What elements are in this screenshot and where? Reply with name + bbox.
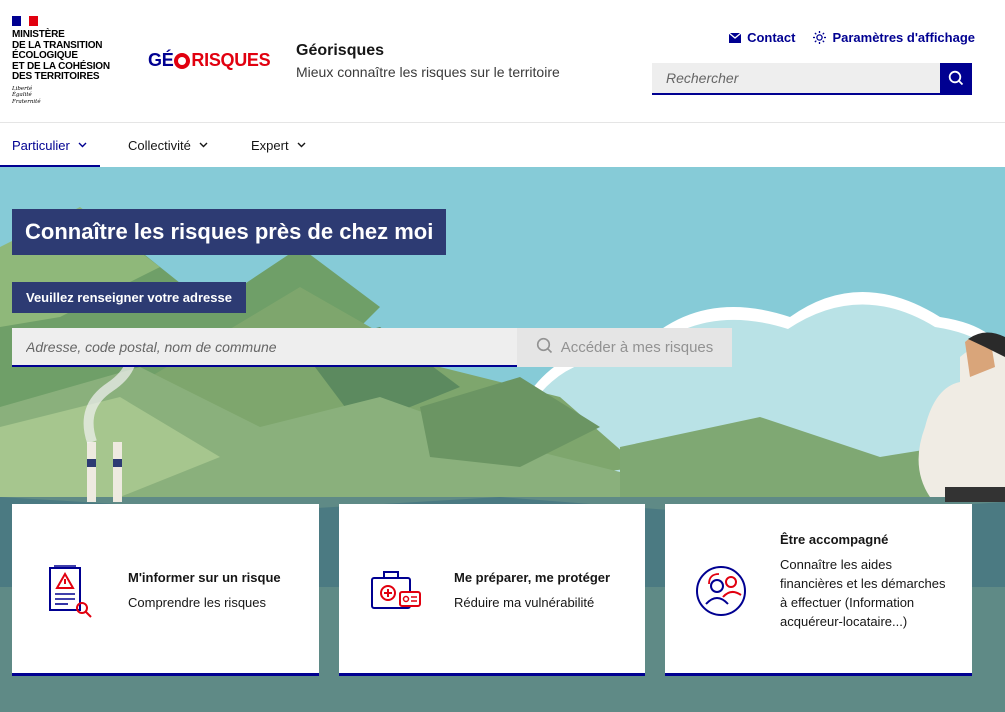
search-icon	[948, 70, 964, 89]
hero-title: Connaître les risques près de chez moi	[12, 209, 447, 255]
site-header: Ministère de la transition écologique et…	[0, 0, 1005, 123]
address-input[interactable]	[12, 328, 517, 367]
nav-expert[interactable]: Expert	[239, 123, 318, 167]
search-input[interactable]	[652, 63, 940, 95]
emergency-kit-icon	[370, 568, 424, 617]
card-title: Me préparer, me protéger	[454, 570, 611, 585]
site-tagline: Mieux connaître les risques sur le terri…	[296, 64, 560, 80]
chevron-down-icon	[297, 140, 306, 150]
card-description: Réduire ma vulnérabilité	[454, 595, 595, 610]
document-warning-icon	[46, 564, 94, 625]
logo-o-icon	[174, 52, 191, 69]
contact-link[interactable]: Contact	[728, 30, 795, 45]
header-quicklinks: Contact Paramètres d'affichage	[728, 30, 975, 45]
hero-section: Connaître les risques près de chez moi V…	[0, 167, 1005, 712]
card-title: Être accompagné	[780, 532, 889, 547]
mail-icon	[728, 31, 741, 44]
french-flag-icon	[12, 16, 39, 26]
main-navigation: Particulier Collectivité Expert	[0, 123, 1005, 167]
card-title: M'informer sur un risque	[128, 570, 281, 585]
ministry-name: Ministère de la transition écologique et…	[12, 29, 110, 82]
access-risks-button[interactable]: Accéder à mes risques	[517, 328, 732, 367]
card-be-supported[interactable]: Être accompagné Connaître les aides fina…	[665, 504, 972, 676]
site-title[interactable]: Géorisques	[296, 42, 384, 60]
republic-motto: Liberté Égalité Fraternité	[12, 85, 41, 105]
card-description: Connaître les aides financières et les d…	[780, 557, 946, 629]
chevron-down-icon	[199, 140, 208, 150]
chevron-down-icon	[78, 140, 87, 150]
card-inform-risk[interactable]: M'informer sur un risque Comprendre les …	[12, 504, 319, 676]
search-button[interactable]	[940, 63, 972, 95]
address-label: Veuillez renseigner votre adresse	[12, 282, 246, 313]
georisques-logo[interactable]: GÉ RISQUES	[148, 50, 271, 71]
card-description: Comprendre les risques	[128, 595, 267, 610]
ministry-block[interactable]: Ministère de la transition écologique et…	[12, 16, 122, 105]
header-search	[652, 63, 972, 95]
card-prepare-protect[interactable]: Me préparer, me protéger Réduire ma vuln…	[339, 504, 645, 676]
support-people-icon	[695, 564, 751, 623]
nav-collectivite[interactable]: Collectivité	[116, 123, 223, 167]
display-settings-link[interactable]: Paramètres d'affichage	[813, 30, 975, 45]
nav-particulier[interactable]: Particulier	[0, 123, 100, 167]
search-icon	[536, 337, 553, 358]
sun-icon	[813, 31, 827, 44]
